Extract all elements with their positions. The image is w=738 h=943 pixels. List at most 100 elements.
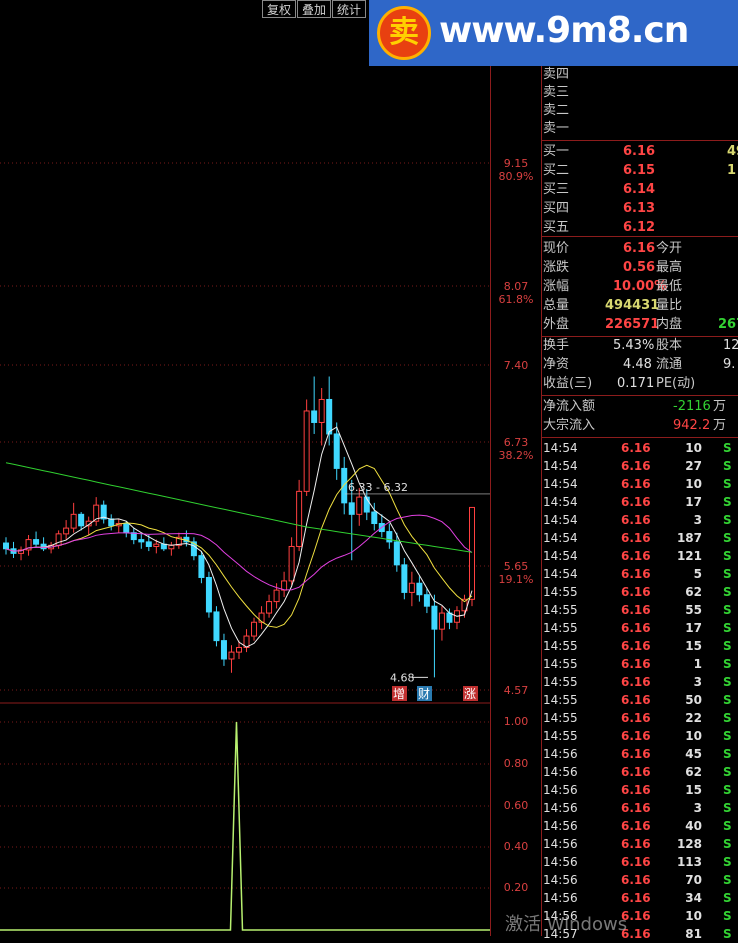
buy-level-row: 买三 6.14: [543, 181, 738, 199]
tick-time: 14:56: [543, 819, 578, 833]
fund-row-netasset: 净资 4.48 流通 9.: [543, 357, 736, 372]
tick-time: 14:54: [543, 513, 578, 527]
tick-volume: 55: [685, 603, 702, 617]
tick-side: S: [723, 801, 732, 815]
tick-volume: 10: [685, 729, 702, 743]
tick-row: 14:55 6.16 22 S: [543, 709, 738, 727]
candle-up: [258, 612, 265, 623]
price-axis-value: 8.07: [503, 280, 529, 293]
price-axis-percent: 19.1%: [498, 573, 534, 586]
tick-price: 6.16: [621, 531, 651, 545]
event-badge-label: 涨: [464, 686, 476, 701]
watermark-text: www.9m8.cn: [439, 10, 689, 51]
tick-row: 14:56 6.16 70 S: [543, 871, 738, 889]
logo-icon: 卖: [377, 6, 431, 60]
tick-side: S: [723, 639, 732, 653]
tick-time: 14:55: [543, 603, 578, 617]
kline-chart[interactable]: 6.33 - 6.32 4.68 增财 涨: [0, 0, 490, 936]
buy-level-label: 买二: [543, 163, 570, 178]
tick-price: 6.16: [621, 621, 651, 635]
sell-level-row: 卖一: [543, 120, 738, 138]
candle-down: [198, 555, 205, 578]
buy-level-row: 买一 6.16 49: [543, 143, 738, 161]
windows-activation-watermark: 激活 Windows: [505, 914, 628, 935]
buy-level-row: 买四 6.13: [543, 200, 738, 218]
tick-row: 14:56 6.16 45 S: [543, 745, 738, 763]
buy-level-volume: 49: [727, 144, 738, 159]
tick-side: S: [723, 711, 732, 725]
overlay-button[interactable]: 叠加: [297, 0, 332, 18]
tick-time: 14:56: [543, 747, 578, 761]
tick-row: 14:55 6.16 15 S: [543, 637, 738, 655]
tick-price: 6.16: [621, 495, 651, 509]
price-axis-percent: 38.2%: [498, 449, 534, 462]
tick-price: 6.16: [621, 855, 651, 869]
tick-volume: 128: [676, 837, 702, 851]
tick-volume: 1: [693, 657, 702, 671]
candle-up: [153, 543, 160, 547]
price-axis-percent: 80.9%: [498, 170, 534, 183]
tick-row: 14:54 6.16 27 S: [543, 457, 738, 475]
price-axis-value: 6.73: [503, 436, 529, 449]
quote-panel: 卖四卖三卖二卖一 买一 6.16 49买二 6.15 1买三 6.14 买四 6…: [541, 66, 738, 941]
candle-down: [220, 640, 227, 660]
sell-level-row: 卖三: [543, 84, 738, 102]
fuquan-button[interactable]: 复权: [262, 0, 297, 18]
tick-row: 14:54 6.16 5 S: [543, 565, 738, 583]
indicator-axis-label: 0.80: [503, 757, 529, 770]
candle-down: [78, 513, 85, 527]
sell-level-label: 卖四: [543, 67, 570, 82]
candle-down: [311, 410, 318, 423]
indicator-axis-label: 0.60: [503, 799, 529, 812]
tick-row: 14:56 6.16 62 S: [543, 763, 738, 781]
tick-row: 14:54 6.16 10 S: [543, 475, 738, 493]
tick-row: 14:55 6.16 55 S: [543, 601, 738, 619]
tick-time: 14:56: [543, 765, 578, 779]
candle-up: [288, 545, 295, 582]
tick-row: 14:55 6.16 10 S: [543, 727, 738, 745]
tick-price: 6.16: [621, 639, 651, 653]
tick-row: 14:54 6.16 10 S: [543, 439, 738, 457]
tick-time: 14:55: [543, 729, 578, 743]
tick-volume: 3: [693, 513, 702, 527]
tick-price: 6.16: [621, 549, 651, 563]
tick-volume: 17: [685, 621, 702, 635]
tick-side: S: [723, 513, 732, 527]
tick-time: 14:56: [543, 855, 578, 869]
quote-row-pct: 涨幅 10.00% 最低: [543, 279, 683, 294]
tick-volume: 3: [693, 801, 702, 815]
price-axis-label: 8.07 61.8%: [492, 280, 540, 306]
tick-volume: 5: [693, 567, 702, 581]
candle-down: [371, 511, 378, 525]
tick-row: 14:56 6.16 3 S: [543, 799, 738, 817]
quote-row-outer: 外盘 226571 内盘 267: [543, 317, 738, 332]
tick-row: 14:54 6.16 17 S: [543, 493, 738, 511]
tick-side: S: [723, 729, 732, 743]
candle-down: [416, 582, 423, 596]
tick-side: S: [723, 783, 732, 797]
tick-side: S: [723, 585, 732, 599]
tick-side: S: [723, 657, 732, 671]
price-axis-value: 4.57: [503, 684, 529, 697]
tick-price: 6.16: [621, 783, 651, 797]
site-watermark-banner: 卖 www.9m8.cn: [369, 0, 738, 66]
tick-side: S: [723, 927, 732, 941]
tick-volume: 113: [676, 855, 702, 869]
tick-side: S: [723, 747, 732, 761]
tick-price: 6.16: [621, 765, 651, 779]
tick-time: 14:54: [543, 567, 578, 581]
tick-side: S: [723, 909, 732, 923]
tick-side: S: [723, 765, 732, 779]
tick-volume: 22: [685, 711, 702, 725]
tick-volume: 17: [685, 495, 702, 509]
tick-volume: 10: [685, 441, 702, 455]
candle-up: [251, 621, 258, 637]
buy-level-label: 买四: [543, 201, 570, 216]
tick-volume: 34: [685, 891, 702, 905]
candle-up: [273, 589, 280, 603]
buy-level-price: 6.13: [623, 201, 656, 216]
tick-time: 14:55: [543, 711, 578, 725]
stats-button[interactable]: 统计: [332, 0, 367, 18]
tick-volume: 121: [676, 549, 702, 563]
tick-row: 14:54 6.16 121 S: [543, 547, 738, 565]
